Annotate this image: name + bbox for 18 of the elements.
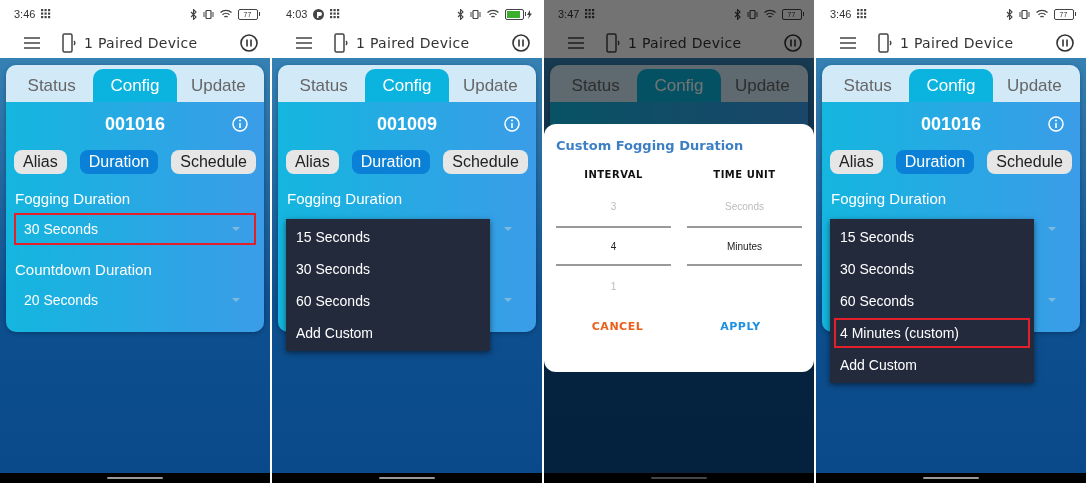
field-label: Fogging Duration	[15, 190, 131, 207]
app-title: 1 Paired Device	[356, 35, 471, 51]
app-title: 1 Paired Device	[900, 35, 1015, 51]
status-time: 3:46	[14, 8, 36, 20]
field-label: Fogging Duration	[831, 190, 947, 207]
app-title: 1 Paired Device	[628, 35, 743, 51]
column-header: TIME UNIT	[713, 169, 776, 180]
status-time: 3:47	[558, 8, 580, 20]
device-id: 001016	[920, 113, 982, 135]
field-label: Fogging Duration	[287, 190, 403, 207]
app-title: 1 Paired Device	[84, 35, 199, 51]
field-label: Countdown Duration	[15, 261, 152, 278]
dialog-title: Custom Fogging Duration	[556, 138, 744, 153]
status-time: 4:03	[286, 8, 308, 20]
device-id: 001009	[376, 113, 438, 135]
device-id: 001016	[104, 113, 166, 135]
column-header: INTERVAL	[584, 169, 643, 180]
status-time: 3:46	[830, 8, 852, 20]
